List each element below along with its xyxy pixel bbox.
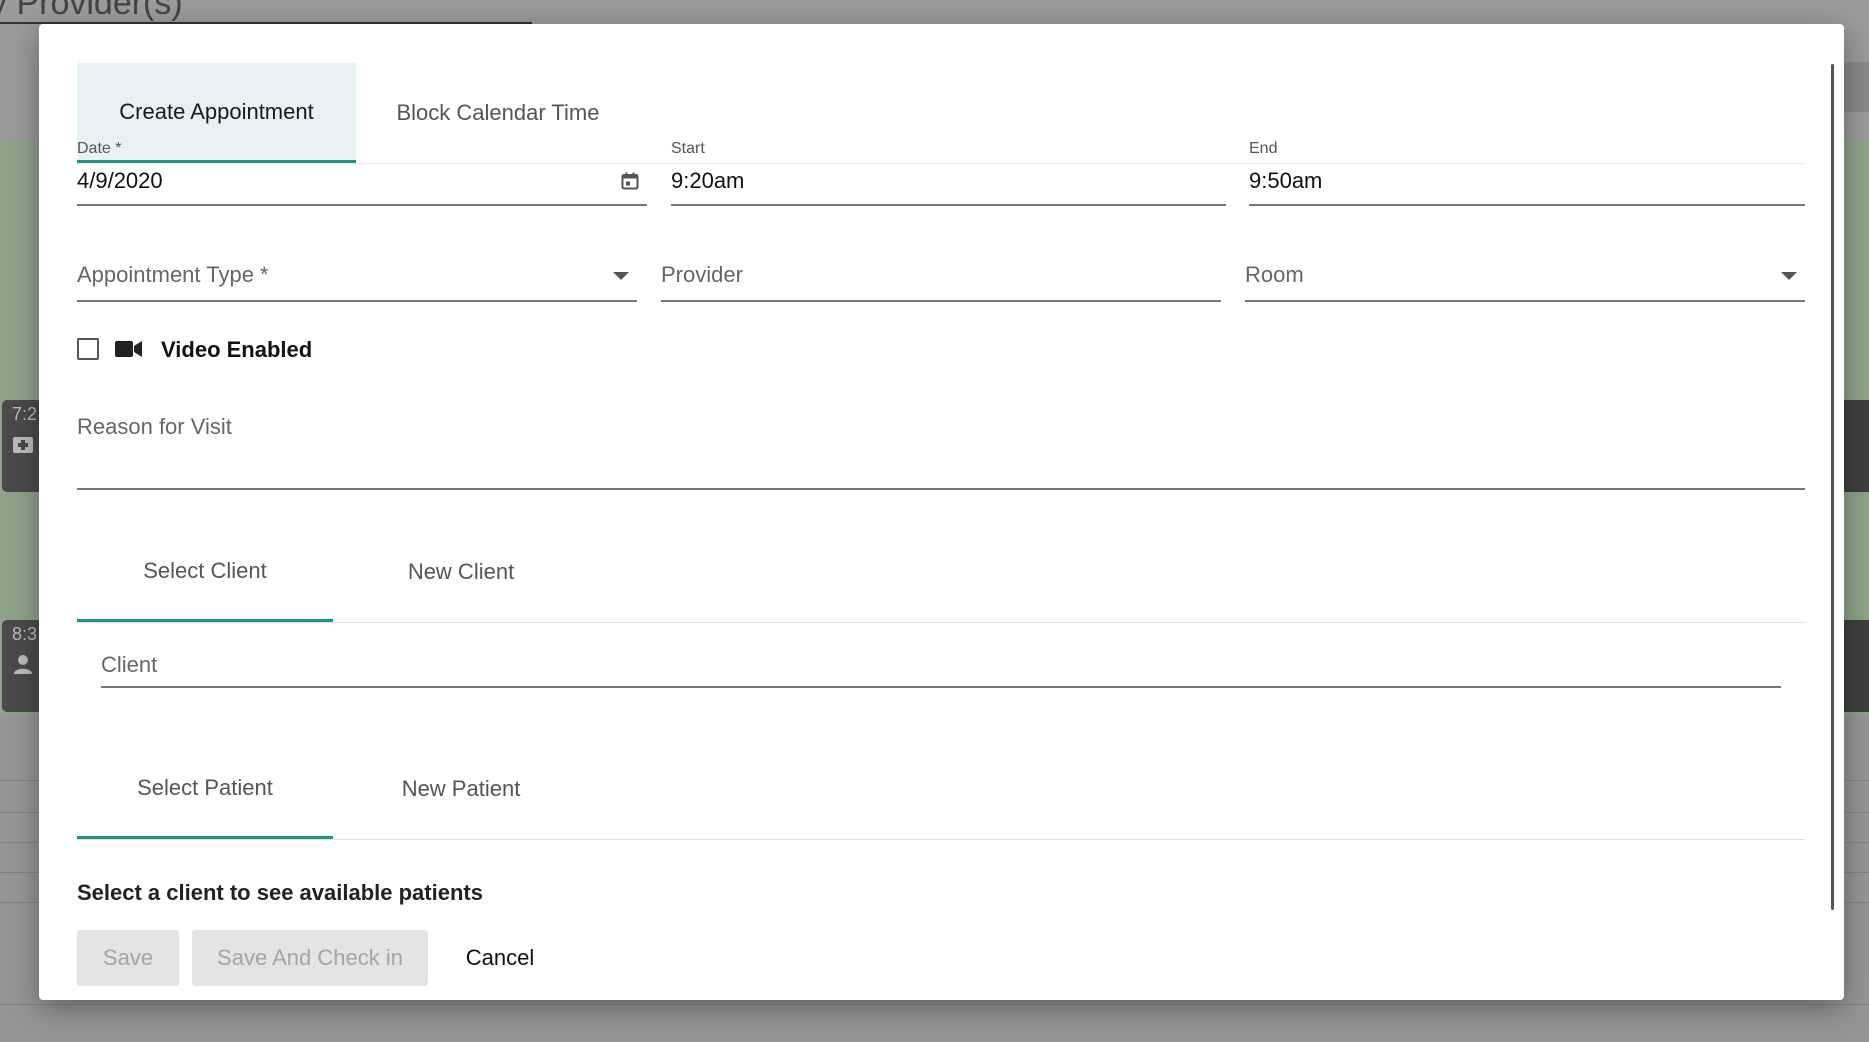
person-icon <box>14 655 32 674</box>
end-underline <box>1249 204 1805 206</box>
video-enabled-checkbox[interactable] <box>77 338 99 360</box>
appointment-type-placeholder: Appointment Type * <box>77 262 269 287</box>
background-event: 7:2 <box>2 400 42 492</box>
patient-tabs: Select Patient New Patient <box>77 739 1805 840</box>
background-event-time: 8:3 <box>12 624 38 644</box>
reason-placeholder: Reason for Visit <box>77 414 232 439</box>
end-label: End <box>1249 140 1278 157</box>
save-button[interactable]: Save <box>77 930 179 986</box>
start-label: Start <box>671 140 705 157</box>
provider-placeholder: Provider <box>661 262 743 287</box>
chevron-down-icon[interactable] <box>1781 272 1797 280</box>
reason-for-visit-input[interactable]: Reason for Visit <box>77 408 1805 490</box>
date-field[interactable]: Date * 4/9/2020 <box>77 140 647 206</box>
background-event: 8:3 <box>2 620 42 712</box>
background-grid-line <box>0 1004 1869 1005</box>
room-placeholder: Room <box>1245 262 1304 287</box>
video-camera-icon <box>115 341 142 357</box>
tab-new-patient[interactable]: New Patient <box>333 739 589 839</box>
tab-select-client[interactable]: Select Client <box>77 522 333 622</box>
start-value[interactable]: 9:20am <box>671 168 744 194</box>
room-select[interactable]: Room <box>1245 254 1805 302</box>
tab-new-client[interactable]: New Client <box>333 522 589 622</box>
client-underline <box>101 686 1781 688</box>
save-and-check-in-button[interactable]: Save And Check in <box>192 930 428 986</box>
provider-input[interactable]: Provider <box>661 254 1221 302</box>
create-appointment-dialog: Create Appointment Block Calendar Time D… <box>39 24 1844 1000</box>
client-tabs: Select Client New Client <box>77 522 1805 623</box>
client-input[interactable]: Client <box>101 646 1781 688</box>
room-underline <box>1245 300 1805 302</box>
reason-underline <box>77 488 1805 490</box>
client-placeholder: Client <box>101 652 158 677</box>
select-client-hint: Select a client to see available patient… <box>77 880 483 905</box>
provider-underline <box>661 300 1221 302</box>
dialog-scrollbar[interactable] <box>1831 64 1834 910</box>
background-page-title: y Provider(s) <box>0 0 183 22</box>
appointment-type-select[interactable]: Appointment Type * <box>77 254 637 302</box>
calendar-icon[interactable] <box>621 172 639 190</box>
date-underline <box>77 204 647 206</box>
end-time-field[interactable]: End 9:50am <box>1249 140 1805 206</box>
medical-kit-icon <box>13 437 33 453</box>
chevron-down-icon[interactable] <box>613 272 629 280</box>
date-value[interactable]: 4/9/2020 <box>77 168 163 194</box>
video-enabled-label[interactable]: Video Enabled <box>161 337 312 363</box>
start-underline <box>671 204 1226 206</box>
date-label: Date * <box>77 140 122 157</box>
cancel-button[interactable]: Cancel <box>449 930 551 986</box>
background-event-time: 7:2 <box>12 404 38 424</box>
appointment-type-underline <box>77 300 637 302</box>
tab-select-patient[interactable]: Select Patient <box>77 739 333 839</box>
start-time-field[interactable]: Start 9:20am <box>671 140 1226 206</box>
end-value[interactable]: 9:50am <box>1249 168 1322 194</box>
